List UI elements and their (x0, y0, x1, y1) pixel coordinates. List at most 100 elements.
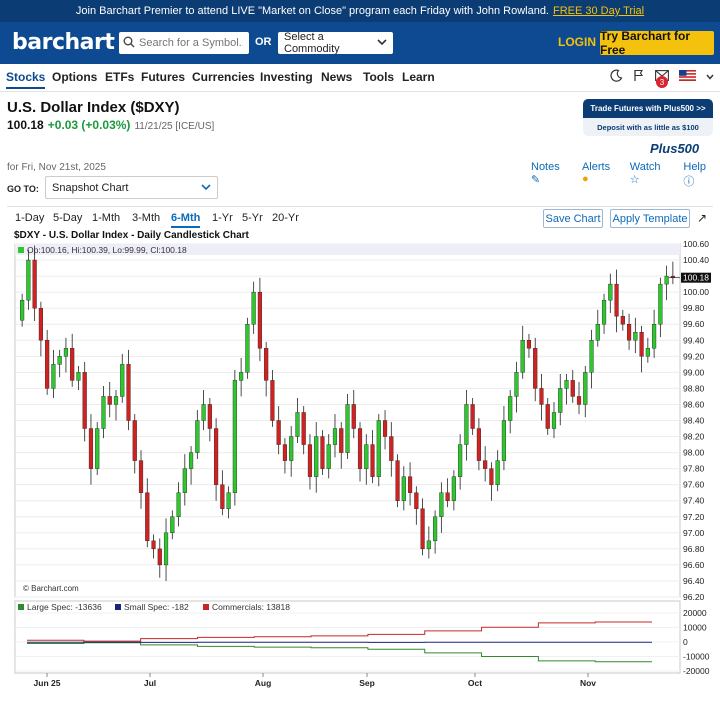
candle (182, 468, 187, 493)
nav-learn[interactable]: Learn (402, 70, 435, 84)
y-tick-label: 99.40 (683, 335, 705, 345)
candle (626, 324, 632, 341)
period-3-mth[interactable]: 3-Mth (132, 212, 160, 224)
flag-icon[interactable] (633, 69, 645, 85)
period-1-mth[interactable]: 1-Mth (92, 212, 120, 224)
cot-legend-label: Large Spec: -13636 (27, 602, 102, 612)
y-tick-label: 97.80 (683, 464, 705, 474)
candle (101, 396, 106, 429)
candle (176, 492, 181, 517)
candle (639, 332, 644, 357)
plus500-logo[interactable]: Plus500 (650, 141, 699, 156)
chevron-down-icon[interactable] (706, 71, 714, 83)
nav-news[interactable]: News (321, 70, 352, 84)
candle (501, 420, 507, 461)
y-tick-label: 98.00 (683, 448, 705, 458)
candle (314, 436, 319, 477)
candle (45, 340, 50, 389)
apply-template-button[interactable]: Apply Template (610, 209, 690, 228)
candle (514, 372, 519, 397)
candle (545, 404, 550, 429)
candle (326, 444, 331, 469)
nav-tools[interactable]: Tools (363, 70, 394, 84)
y-tick-label: 98.40 (683, 416, 705, 426)
candle (82, 372, 87, 429)
quote-line: 100.18 +0.03 (+0.03%) 11/21/25 [ICE/US] (7, 118, 214, 132)
help-button[interactable]: Help ⓘ (683, 161, 720, 189)
nav-investing[interactable]: Investing (260, 70, 313, 84)
commodity-select[interactable]: Select a Commodity (278, 31, 393, 55)
period-5-day[interactable]: 5-Day (53, 212, 82, 224)
free-trial-link[interactable]: FREE 30 Day Trial (553, 5, 644, 17)
candle (533, 348, 538, 389)
candle (157, 548, 162, 566)
period-5-yr[interactable]: 5-Yr (242, 212, 263, 224)
cot-y-tick-label: -20000 (683, 666, 710, 676)
notes-button[interactable]: Notes ✎ (531, 161, 572, 189)
x-tick-label: Nov (580, 678, 596, 688)
symbol-search[interactable] (119, 32, 249, 54)
main-nav: Stocks Options ETFs Futures Currencies I… (0, 64, 720, 92)
plus500-ad[interactable]: Trade Futures with Plus500 >> Deposit wi… (583, 99, 713, 136)
y-tick-label: 99.20 (683, 351, 705, 361)
candle (201, 404, 206, 421)
period-1-yr[interactable]: 1-Yr (212, 212, 233, 224)
candle (88, 428, 94, 469)
candle (26, 259, 31, 301)
candle (232, 380, 237, 493)
candle (257, 291, 262, 349)
login-link[interactable]: LOGIN (558, 35, 596, 49)
candle (245, 324, 250, 373)
candle (539, 388, 544, 405)
candle (188, 452, 194, 469)
alerts-button[interactable]: Alerts ● (582, 161, 620, 189)
search-input[interactable] (139, 37, 243, 49)
candle (645, 348, 650, 357)
try-free-button[interactable]: Try Barchart for Free (600, 29, 714, 57)
candle (126, 364, 131, 421)
candle (389, 436, 394, 461)
candle (664, 275, 669, 285)
candle (239, 372, 244, 381)
nav-options[interactable]: Options (52, 70, 97, 84)
edit-icon: ✎ (531, 174, 541, 186)
candle (633, 332, 638, 341)
chevron-down-icon (377, 37, 387, 49)
cot-y-tick-label: 0 (683, 637, 688, 647)
candle (583, 372, 588, 405)
candle (120, 364, 125, 397)
x-tick-label: Jun 25 (34, 678, 61, 688)
candlestick-chart[interactable]: Op:100.16, Hi:100.39, Lo:99.99, Cl:100.1… (0, 240, 720, 709)
save-chart-button[interactable]: Save Chart (543, 209, 603, 228)
candle (76, 372, 81, 381)
candle (570, 380, 575, 397)
candle (357, 428, 363, 469)
nav-stocks[interactable]: Stocks (6, 70, 46, 89)
nav-currencies[interactable]: Currencies (192, 70, 255, 84)
star-icon: ☆ (629, 174, 640, 186)
candle (170, 516, 175, 534)
candle (226, 492, 231, 509)
nav-etfs[interactable]: ETFs (105, 70, 134, 84)
dark-mode-icon[interactable] (610, 69, 623, 85)
candle (195, 420, 200, 453)
nav-futures[interactable]: Futures (141, 70, 185, 84)
barchart-logo[interactable]: barchart (12, 30, 115, 55)
candle (95, 428, 100, 469)
ad-headline[interactable]: Trade Futures with Plus500 >> (583, 99, 713, 118)
cot-y-tick-label: 20000 (683, 608, 707, 618)
y-tick-label: 99.00 (683, 367, 705, 377)
period-6-mth[interactable]: 6-Mth (171, 212, 201, 228)
expand-chart-icon[interactable]: ↗ (697, 211, 707, 225)
quote-meta: 11/21/25 [ICE/US] (134, 121, 215, 132)
goto-select[interactable]: Snapshot Chart (45, 176, 218, 199)
x-tick-label: Oct (468, 678, 482, 688)
cot-legend-label: Commercials: 13818 (212, 602, 290, 612)
period-1-day[interactable]: 1-Day (15, 212, 44, 224)
candle (38, 307, 43, 341)
period-20-yr[interactable]: 20-Yr (272, 212, 299, 224)
language-flag-icon[interactable] (679, 70, 696, 84)
candle (451, 476, 456, 501)
watch-button[interactable]: Watch ☆ (630, 161, 674, 189)
ad-subline: Deposit with as little as $100 (583, 118, 713, 136)
